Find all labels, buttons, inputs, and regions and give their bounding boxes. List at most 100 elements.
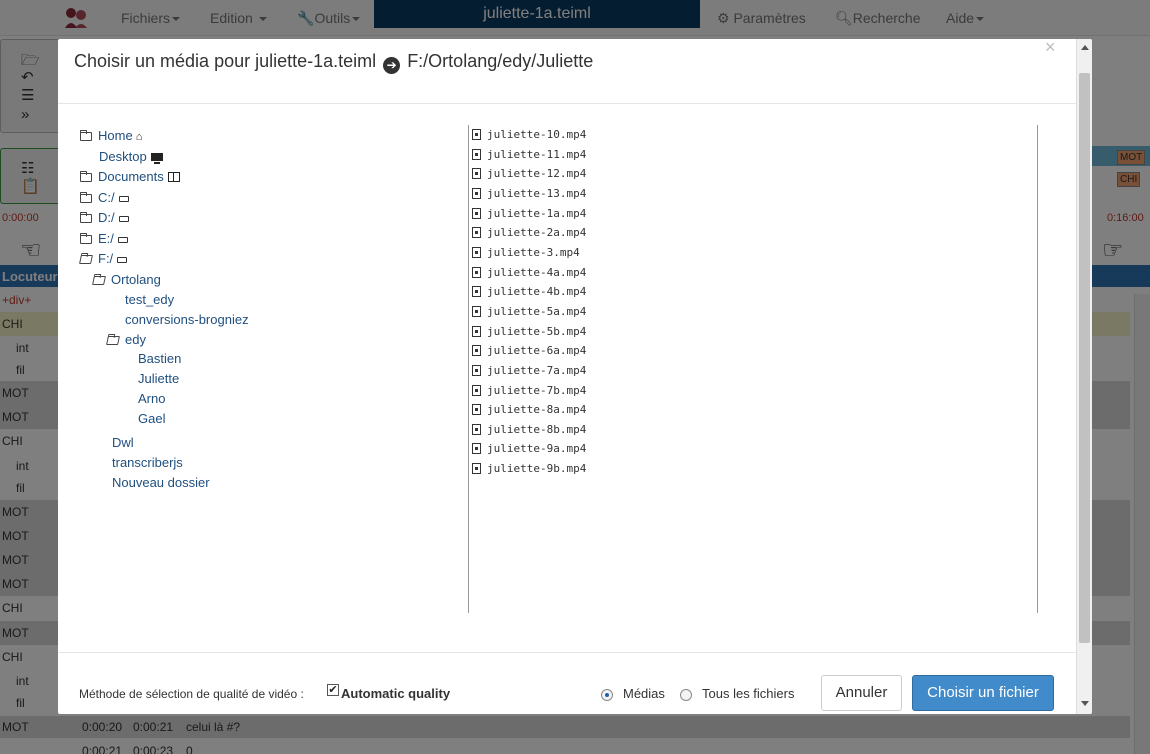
tree-item-drive-f[interactable]: F:/	[79, 251, 128, 266]
tree-item-dwl[interactable]: Dwl	[112, 435, 134, 450]
file-item[interactable]: juliette-7b.mp4	[472, 384, 586, 397]
file-name: juliette-7b.mp4	[487, 384, 587, 397]
tree-item-juliette[interactable]: Juliette	[138, 371, 179, 386]
file-name: juliette-5b.mp4	[487, 325, 587, 338]
radio-all-files[interactable]	[680, 689, 692, 701]
panel-divider	[468, 125, 469, 613]
video-file-icon	[472, 188, 481, 199]
automatic-quality-checkbox[interactable]: ✔	[327, 684, 339, 696]
file-item[interactable]: juliette-8b.mp4	[472, 423, 586, 436]
close-button[interactable]: ×	[1045, 39, 1056, 58]
file-item[interactable]: juliette-11.mp4	[472, 148, 586, 161]
file-name: juliette-8a.mp4	[487, 403, 587, 416]
tree-item-home[interactable]: Home ⌂	[80, 128, 142, 143]
hard-drive-icon	[118, 216, 129, 222]
video-file-icon	[472, 404, 481, 415]
video-file-icon	[472, 306, 481, 317]
dialog-scrollbar[interactable]	[1076, 39, 1092, 714]
video-file-icon	[472, 286, 481, 297]
file-item[interactable]: juliette-9a.mp4	[472, 442, 586, 455]
video-file-icon	[472, 424, 481, 435]
file-name: juliette-2a.mp4	[487, 226, 587, 239]
video-file-icon	[472, 345, 481, 356]
tree-item-nouveau-dossier[interactable]: Nouveau dossier	[112, 475, 210, 490]
tree-item-label: Bastien	[138, 351, 182, 366]
scroll-up-icon[interactable]	[1081, 45, 1089, 50]
file-item[interactable]: juliette-9b.mp4	[472, 462, 586, 475]
home-icon: ⌂	[135, 131, 143, 143]
tree-item-label: edy	[125, 332, 146, 347]
file-item[interactable]: juliette-7a.mp4	[472, 364, 586, 377]
tree-item-label: F:/	[98, 251, 114, 266]
media-chooser-dialog: Choisir un média pour juliette-1a.teiml …	[58, 39, 1092, 714]
video-file-icon	[472, 227, 481, 238]
tree-item-label: Documents	[98, 169, 164, 184]
tree-item-desktop[interactable]: Desktop	[99, 149, 163, 164]
video-file-icon	[472, 149, 481, 160]
tree-item-label: Gael	[138, 411, 166, 426]
tree-item-label: Nouveau dossier	[112, 475, 210, 490]
video-file-icon	[472, 129, 481, 140]
arrow-circle-right-icon: ➔	[383, 57, 401, 74]
file-item[interactable]: juliette-5a.mp4	[472, 305, 586, 318]
tree-item-documents[interactable]: Documents	[80, 169, 180, 184]
radio-all-files-label[interactable]: Tous les fichiers	[702, 686, 794, 701]
automatic-quality-label[interactable]: Automatic quality	[341, 686, 450, 701]
tree-item-label: transcriberjs	[112, 455, 183, 470]
tree-item-drive-d[interactable]: D:/	[80, 210, 129, 225]
tree-item-conversions-brogniez[interactable]: conversions-brogniez	[125, 312, 249, 327]
tree-item-label: Juliette	[138, 371, 180, 386]
radio-medias-label[interactable]: Médias	[623, 686, 665, 701]
folder-icon	[80, 171, 92, 182]
tree-item-bastien[interactable]: Bastien	[138, 351, 181, 366]
dialog-footer: Méthode de sélection de qualité de vidéo…	[58, 652, 1076, 714]
choose-file-button[interactable]: Choisir un fichier	[912, 675, 1054, 711]
file-item[interactable]: juliette-3.mp4	[472, 246, 580, 259]
tree-item-test-edy[interactable]: test_edy	[125, 292, 174, 307]
file-name: juliette-12.mp4	[487, 167, 587, 180]
tree-item-transcriberjs[interactable]: transcriberjs	[112, 455, 183, 470]
tree-item-label: conversions-brogniez	[125, 312, 249, 327]
desktop-icon	[150, 153, 163, 164]
video-quality-label: Méthode de sélection de qualité de vidéo…	[79, 687, 304, 701]
file-item[interactable]: juliette-2a.mp4	[472, 226, 586, 239]
video-file-icon	[472, 267, 481, 278]
video-file-icon	[472, 365, 481, 376]
file-item[interactable]: juliette-4b.mp4	[472, 285, 586, 298]
file-item[interactable]: juliette-5b.mp4	[472, 325, 586, 338]
hard-drive-icon	[118, 196, 129, 202]
file-item[interactable]: juliette-12.mp4	[472, 167, 586, 180]
tree-item-gael[interactable]: Gael	[138, 411, 165, 426]
cancel-button[interactable]: Annuler	[821, 675, 902, 711]
file-name: juliette-1a.mp4	[487, 207, 587, 220]
tree-item-edy[interactable]: edy	[106, 332, 146, 347]
file-item[interactable]: juliette-8a.mp4	[472, 403, 586, 416]
video-file-icon	[472, 168, 481, 179]
tree-item-drive-e[interactable]: E:/	[80, 231, 128, 246]
file-name: juliette-11.mp4	[487, 148, 587, 161]
file-item[interactable]: juliette-1a.mp4	[472, 207, 586, 220]
folder-open-icon	[92, 276, 106, 285]
dialog-title: Choisir un média pour juliette-1a.teiml …	[74, 51, 593, 74]
tree-item-label: test_edy	[125, 292, 175, 307]
dialog-title-path: F:/Ortolang/edy/Juliette	[407, 51, 594, 71]
tree-item-ortolang[interactable]: Ortolang	[92, 272, 161, 287]
tree-item-label: D:/	[98, 210, 115, 225]
tree-item-label: Dwl	[112, 435, 134, 450]
radio-medias[interactable]	[601, 689, 613, 701]
scroll-down-icon[interactable]	[1081, 701, 1089, 706]
file-item[interactable]: juliette-10.mp4	[472, 128, 586, 141]
panel-divider	[1037, 125, 1038, 613]
tree-item-drive-c[interactable]: C:/	[80, 190, 129, 205]
tree-item-label: E:/	[98, 231, 114, 246]
file-name: juliette-10.mp4	[487, 128, 587, 141]
video-file-icon	[472, 326, 481, 337]
tree-item-label: C:/	[98, 190, 115, 205]
scrollbar-thumb[interactable]	[1079, 73, 1090, 643]
tree-item-arno[interactable]: Arno	[138, 391, 165, 406]
tree-item-label: Home	[98, 128, 133, 143]
file-item[interactable]: juliette-4a.mp4	[472, 266, 586, 279]
file-item[interactable]: juliette-6a.mp4	[472, 344, 586, 357]
dialog-header: Choisir un média pour juliette-1a.teiml …	[58, 39, 1076, 104]
file-item[interactable]: juliette-13.mp4	[472, 187, 586, 200]
